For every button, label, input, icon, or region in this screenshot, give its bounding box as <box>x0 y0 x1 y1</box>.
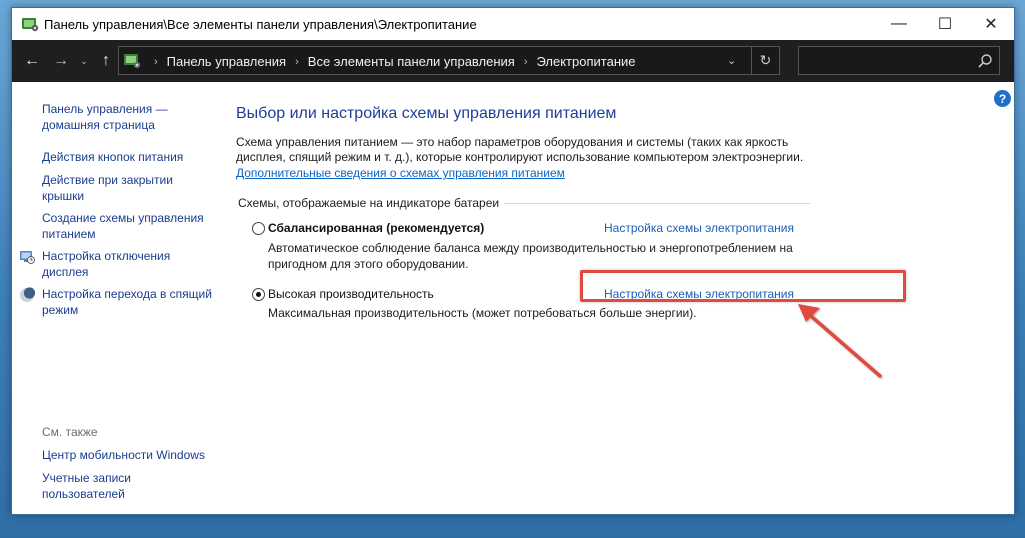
up-button[interactable]: ↑ <box>95 50 117 72</box>
control-panel-window: Панель управления\Все элементы панели уп… <box>11 7 1015 515</box>
maximize-button[interactable]: ☐ <box>922 8 968 40</box>
sidebar-item-create-plan[interactable]: Создание схемы управления питанием <box>42 211 212 242</box>
search-icon[interactable] <box>977 53 993 69</box>
address-bar[interactable]: › Панель управления › Все элементы панел… <box>118 46 780 75</box>
sidebar-item-power-buttons[interactable]: Действия кнопок питания <box>42 150 212 166</box>
section-divider <box>504 203 810 204</box>
section-label: Схемы, отображаемые на индикаторе батаре… <box>238 196 500 210</box>
sidebar-item-sleep[interactable]: Настройка перехода в спящий режим <box>42 287 212 318</box>
back-button[interactable]: ← <box>21 50 43 72</box>
page-description: Схема управления питанием — это набор па… <box>236 135 804 164</box>
breadcrumb: › Панель управления › Все элементы панел… <box>145 54 636 69</box>
breadcrumb-separator-icon[interactable]: › <box>524 56 528 68</box>
breadcrumb-item[interactable]: Панель управления <box>167 54 286 69</box>
plan-name-balanced[interactable]: Сбалансированная (рекомендуется) <box>268 221 484 235</box>
control-panel-icon <box>22 18 39 32</box>
breadcrumb-item[interactable]: Электропитание <box>537 54 636 69</box>
search-input[interactable] <box>798 46 1000 75</box>
see-also-heading: См. также <box>42 425 98 439</box>
breadcrumb-item[interactable]: Все элементы панели управления <box>308 54 515 69</box>
close-button[interactable]: ✕ <box>968 8 1014 40</box>
plan-settings-link-balanced[interactable]: Настройка схемы электропитания <box>604 221 794 235</box>
forward-button[interactable]: → <box>50 50 72 72</box>
sidebar-item-display-off[interactable]: Настройка отключения дисплея <box>42 249 212 280</box>
sidebar-item-user-accounts[interactable]: Учетные записи пользователей <box>42 471 212 502</box>
page-title: Выбор или настройка схемы управления пит… <box>236 105 617 122</box>
window-title: Панель управления\Все элементы панели уп… <box>44 17 477 32</box>
more-info-link[interactable]: Дополнительные сведения о схемах управле… <box>236 166 565 180</box>
radio-high-performance[interactable] <box>252 288 265 301</box>
refresh-button[interactable]: ↻ <box>751 47 779 74</box>
sidebar-item-mobility-center[interactable]: Центр мобильности Windows <box>42 448 212 464</box>
plan-description-high-performance: Максимальная производительность (может п… <box>268 306 697 320</box>
plan-description-balanced: Автоматическое соблюдение баланса между … <box>268 241 793 271</box>
annotation-arrow-icon <box>798 304 882 378</box>
monitor-clock-icon <box>20 251 35 264</box>
breadcrumb-separator-icon: › <box>154 55 158 68</box>
navigation-bar: ← → ⌄ ↑ › Панель управления › Все элемен… <box>12 40 1014 82</box>
moon-icon <box>20 287 35 302</box>
plan-name-high-performance[interactable]: Высокая производительность <box>268 287 434 301</box>
chevron-down-icon[interactable]: ⌄ <box>727 54 736 67</box>
sidebar-item-lid-close[interactable]: Действие при закрытии крышки <box>42 173 212 204</box>
minimize-button[interactable]: — <box>876 8 922 40</box>
radio-balanced[interactable] <box>252 222 265 235</box>
sidebar-home-link[interactable]: Панель управления — домашняя страница <box>42 102 212 133</box>
help-icon[interactable]: ? <box>994 90 1011 107</box>
recent-locations-button[interactable]: ⌄ <box>73 50 95 72</box>
control-panel-icon <box>124 54 141 69</box>
sidebar: Панель управления — домашняя страница Де… <box>12 82 212 514</box>
title-bar: Панель управления\Все элементы панели уп… <box>12 8 1014 40</box>
breadcrumb-separator-icon[interactable]: › <box>295 56 299 68</box>
